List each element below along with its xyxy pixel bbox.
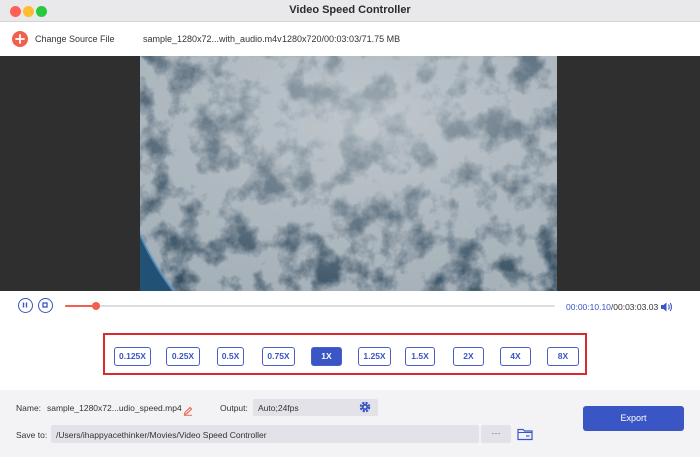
speed-125x-button[interactable]: 1.25X	[358, 347, 391, 366]
plus-icon	[15, 34, 25, 44]
change-source-file-link[interactable]: Change Source File	[35, 34, 115, 44]
volume-button[interactable]	[660, 300, 673, 318]
add-source-button[interactable]	[12, 31, 28, 47]
pause-icon	[22, 302, 28, 308]
video-preview	[0, 56, 700, 291]
output-label: Output:	[220, 403, 248, 413]
video-frame-image	[140, 56, 557, 291]
output-format-value: Auto;24fps	[258, 403, 299, 413]
stop-button[interactable]	[38, 298, 53, 313]
speed-025x-button[interactable]: 0.25X	[166, 347, 200, 366]
time-display: 00:00:10.10/00:03:03.03	[566, 302, 658, 312]
output-file-name: sample_1280x72...udio_speed.mp4	[47, 403, 182, 413]
output-settings-button[interactable]	[358, 400, 372, 419]
open-folder-button[interactable]	[517, 427, 533, 446]
speed-15x-button[interactable]: 1.5X	[405, 347, 435, 366]
progress-thumb[interactable]	[91, 302, 100, 310]
speed-options-panel: 0.125X 0.25X 0.5X 0.75X 1X 1.25X 1.5X 2X…	[103, 333, 587, 375]
pencil-icon	[183, 406, 193, 416]
progress-track[interactable]	[65, 302, 555, 310]
output-settings-bar: Name: sample_1280x72...udio_speed.mp4 Ou…	[0, 390, 700, 457]
output-format-field[interactable]: Auto;24fps	[253, 399, 378, 416]
speed-2x-button[interactable]: 2X	[453, 347, 484, 366]
edit-name-button[interactable]	[183, 403, 193, 421]
speed-05x-button[interactable]: 0.5X	[217, 347, 244, 366]
gear-icon	[359, 401, 371, 413]
save-path-value: /Users/ihappyacethinker/Movies/Video Spe…	[56, 430, 267, 440]
source-file-name: sample_1280x72...with_audio.m4v	[143, 34, 282, 44]
speed-0125x-button[interactable]: 0.125X	[114, 347, 151, 366]
video-frame	[140, 56, 557, 291]
save-path-field[interactable]: /Users/ihappyacethinker/Movies/Video Spe…	[51, 425, 479, 443]
playback-controls: 00:00:10.10/00:03:03.03	[0, 291, 700, 321]
speed-1x-button[interactable]: 1X	[311, 347, 342, 366]
browse-path-button[interactable]: ···	[481, 425, 511, 443]
name-label: Name:	[16, 403, 42, 413]
folder-icon	[517, 428, 533, 441]
export-button[interactable]: Export	[583, 406, 684, 431]
title-bar: Video Speed Controller	[0, 0, 700, 22]
window-title: Video Speed Controller	[289, 4, 411, 16]
source-toolbar: Change Source File sample_1280x72...with…	[0, 22, 700, 56]
current-time: 00:00:10.10	[566, 302, 611, 312]
volume-icon	[661, 302, 672, 312]
stop-icon	[42, 302, 48, 308]
speed-075x-button[interactable]: 0.75X	[262, 347, 295, 366]
total-time: /00:03:03.03	[610, 302, 659, 312]
speed-8x-button[interactable]: 8X	[547, 347, 579, 366]
source-file-meta: 1280x720/00:03:03/71.75 MB	[282, 34, 401, 44]
pause-button[interactable]	[18, 298, 33, 313]
speed-4x-button[interactable]: 4X	[500, 347, 531, 366]
save-to-label: Save to:	[16, 430, 48, 440]
